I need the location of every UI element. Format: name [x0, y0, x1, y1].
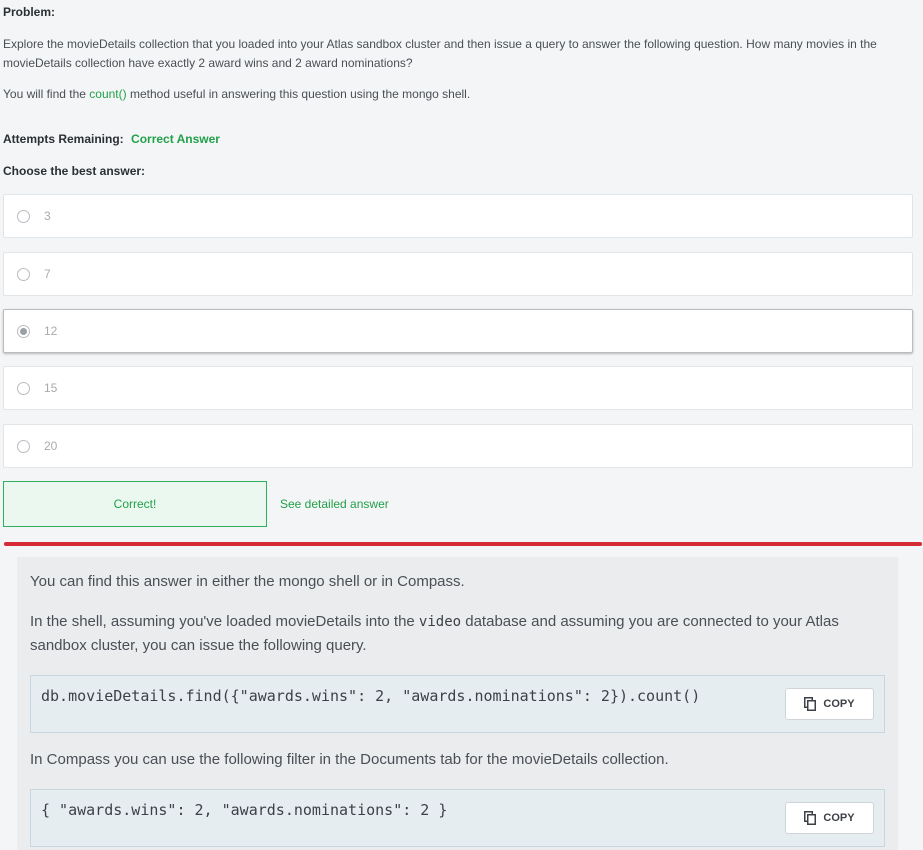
compass-filter-code-block: { "awards.wins": 2, "awards.nominations"…: [30, 789, 885, 847]
problem-title: Problem:: [3, 5, 56, 19]
radio-icon[interactable]: [17, 381, 30, 395]
see-detailed-answer-link[interactable]: See detailed answer: [280, 497, 389, 511]
radio-selected-icon[interactable]: [17, 324, 30, 338]
copy-icon: [804, 697, 817, 711]
answer-option-7[interactable]: 7: [3, 252, 913, 296]
answer-shell-text: In the shell, assuming you've loaded mov…: [30, 610, 880, 658]
copy-button[interactable]: COPY: [785, 802, 874, 834]
hint-after: method useful in answering this question…: [126, 87, 471, 101]
problem-text: Explore the movieDetails collection that…: [3, 37, 877, 70]
answer-option-12[interactable]: 12: [3, 309, 913, 353]
problem-hint: You will find the count() method useful …: [3, 87, 470, 101]
option-label: 20: [44, 439, 58, 453]
answer-option-15[interactable]: 15: [3, 366, 913, 410]
answer-compass-text: In Compass you can use the following fil…: [30, 751, 669, 768]
radio-dot: [20, 327, 27, 335]
shell-query-code-block: db.movieDetails.find({"awards.wins": 2, …: [30, 675, 885, 733]
answer-option-3[interactable]: 3: [3, 194, 913, 238]
option-label: 12: [44, 324, 58, 338]
option-label: 3: [44, 209, 51, 223]
copy-button[interactable]: COPY: [785, 688, 874, 720]
correct-result-box: Correct!: [3, 481, 267, 527]
database-name: video: [418, 614, 462, 630]
radio-icon[interactable]: [17, 209, 30, 223]
radio-icon[interactable]: [17, 267, 30, 281]
compass-filter-code[interactable]: { "awards.wins": 2, "awards.nominations"…: [41, 801, 447, 819]
attempts-status: Correct Answer: [131, 132, 220, 146]
copy-icon: [804, 811, 817, 825]
divider-line: [4, 542, 922, 546]
copy-label: COPY: [823, 812, 855, 824]
choose-label: Choose the best answer:: [3, 164, 146, 178]
answer-intro: You can find this answer in either the m…: [30, 573, 465, 590]
radio-icon[interactable]: [17, 439, 30, 453]
answer-option-20[interactable]: 20: [3, 424, 913, 468]
option-label: 15: [44, 381, 58, 395]
option-label: 7: [44, 267, 51, 281]
attempts-remaining: Attempts Remaining: Correct Answer: [3, 132, 220, 146]
detailed-answer-panel: You can find this answer in either the m…: [17, 557, 898, 850]
shell-text-before: In the shell, assuming you've loaded mov…: [30, 613, 419, 630]
copy-label: COPY: [823, 698, 855, 710]
shell-query-code[interactable]: db.movieDetails.find({"awards.wins": 2, …: [41, 687, 700, 705]
hint-before: You will find the: [3, 87, 90, 101]
hint-code: count(): [89, 87, 127, 101]
attempts-label: Attempts Remaining:: [3, 132, 124, 146]
